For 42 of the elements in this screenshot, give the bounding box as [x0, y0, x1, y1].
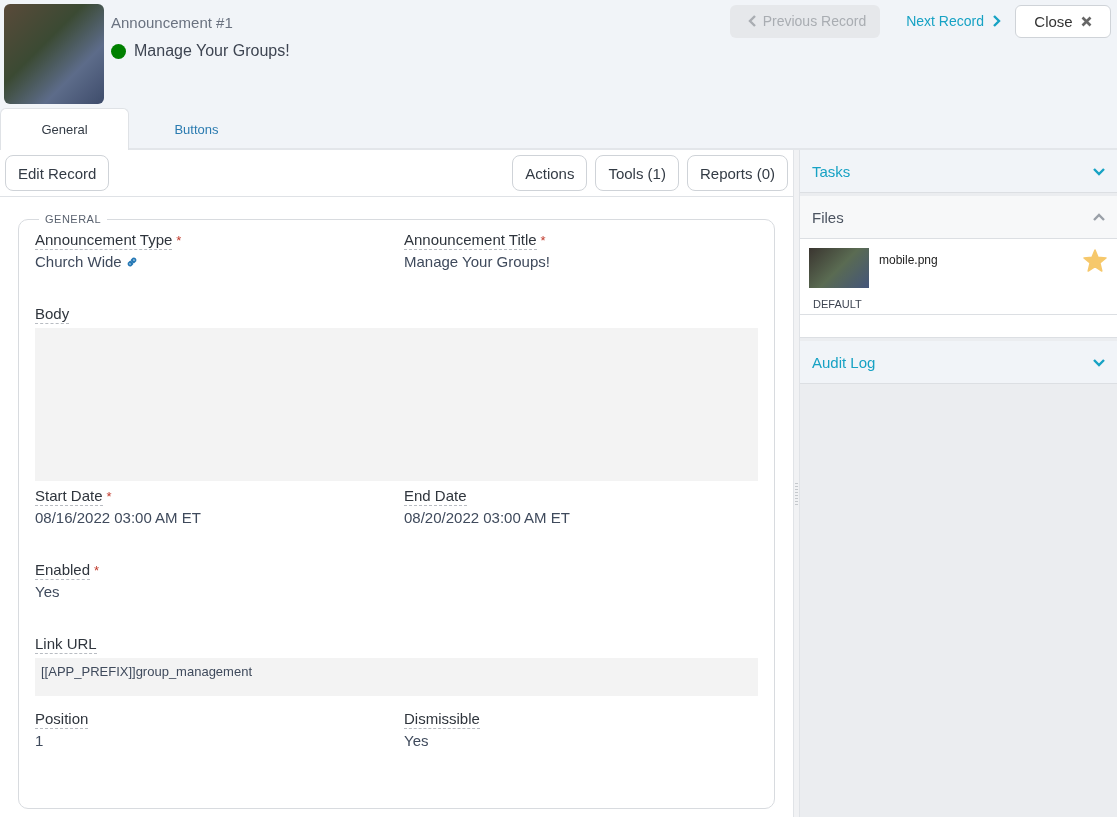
required-marker: *: [106, 489, 112, 504]
toolbar-button[interactable]: Actions: [512, 155, 588, 191]
link-icon: [125, 255, 138, 268]
field-label: Position: [35, 710, 89, 729]
field-label: Enabled: [35, 561, 91, 580]
required-marker: *: [540, 233, 546, 248]
record-number: Announcement #1: [111, 14, 234, 31]
tab[interactable]: Buttons: [132, 108, 261, 150]
chevron-up-icon: [1093, 211, 1105, 223]
field-label: Body: [35, 305, 70, 324]
field-value: Yes: [404, 732, 429, 749]
field-value: Church Wide: [35, 253, 122, 270]
file-name[interactable]: mobile.png: [879, 253, 938, 267]
toolbar-button[interactable]: Edit Record: [5, 155, 110, 191]
field-label: Start Date: [35, 487, 103, 506]
required-marker: *: [176, 233, 182, 248]
field-label: Announcement Title: [404, 231, 537, 250]
panel-header[interactable]: Files: [800, 196, 1117, 239]
field-label: End Date: [404, 487, 467, 506]
required-marker: *: [94, 563, 100, 578]
field-value: Manage Your Groups!: [404, 253, 550, 270]
field-value: Yes: [35, 583, 60, 600]
photo-placeholder[interactable]: [809, 248, 869, 288]
field-value: 08/16/2022 03:00 AM ET: [35, 509, 201, 526]
text-area: [[APP_PREFIX]]group_management: [35, 658, 758, 696]
record-title: Manage Your Groups!: [134, 42, 290, 60]
section-legend: GENERAL: [39, 213, 108, 225]
tab[interactable]: General: [0, 108, 129, 150]
chevron-left-icon: [747, 15, 757, 27]
field-label: Link URL: [35, 635, 97, 654]
close-button[interactable]: Close: [1015, 5, 1111, 38]
field-value: 08/20/2022 03:00 AM ET: [404, 509, 570, 526]
chevron-down-icon: [1093, 356, 1105, 368]
toolbar-button[interactable]: Tools (1): [595, 155, 679, 191]
field-value: 1: [35, 732, 44, 749]
toolbar-button[interactable]: Reports (0): [686, 155, 788, 191]
chevron-right-icon: [992, 15, 1001, 27]
chevron-down-icon: [1093, 165, 1105, 177]
field-label: Dismissible: [404, 710, 480, 729]
field-label: Announcement Type: [35, 231, 173, 250]
close-icon: [1080, 16, 1092, 27]
file-tag: DEFAULT: [813, 298, 1107, 310]
